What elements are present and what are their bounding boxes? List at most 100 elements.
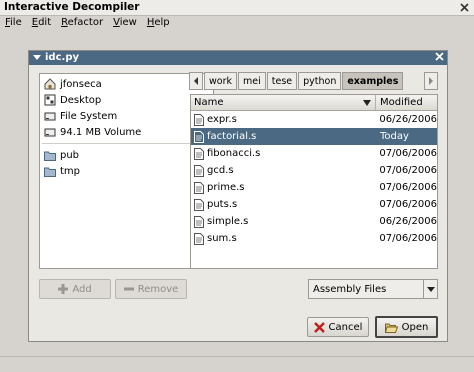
remove-bookmark-button[interactable]: Remove: [115, 279, 187, 299]
menu-bar: File Edit Refactor View Help: [0, 16, 474, 31]
volume-icon: [44, 128, 56, 137]
bookmark-label: tmp: [60, 165, 81, 177]
bookmark-pub[interactable]: pub: [40, 147, 213, 163]
file-name-cell: expr.s: [191, 113, 375, 126]
window-close-button[interactable]: [457, 1, 471, 14]
path-back-button[interactable]: [189, 72, 203, 90]
file-list: Name Modified expr.s 06/26/2006 factorial.…: [190, 94, 438, 269]
file-icon: [194, 164, 204, 177]
file-name: prime.s: [207, 182, 245, 193]
file-modified: 07/06/2006: [379, 182, 437, 193]
file-name-cell: fibonacci.s: [191, 147, 375, 160]
file-filter-value: Assembly Files: [313, 283, 387, 295]
place-label: Desktop: [60, 94, 102, 106]
file-row[interactable]: gcd.s 07/06/2006: [191, 162, 437, 179]
file-name: fibonacci.s: [207, 148, 261, 159]
file-modified: 06/26/2006: [379, 114, 437, 125]
places-separator: [42, 143, 211, 144]
file-name-cell: sum.s: [191, 232, 375, 245]
file-icon: [194, 147, 204, 160]
place-volume[interactable]: 94.1 MB Volume: [40, 124, 213, 140]
file-modified: 07/06/2006: [379, 165, 437, 176]
bookmark-tmp[interactable]: tmp: [40, 163, 213, 179]
place-desktop[interactable]: Desktop: [40, 92, 213, 108]
folder-open-icon: [384, 323, 398, 333]
file-name: factorial.s: [207, 131, 257, 142]
path-segment-tese[interactable]: tese: [266, 72, 298, 90]
dialog-close-button[interactable]: [435, 52, 444, 64]
column-modified-header[interactable]: Modified: [376, 95, 437, 110]
file-modified: 06/26/2006: [379, 216, 437, 227]
file-row[interactable]: fibonacci.s 07/06/2006: [191, 145, 437, 162]
file-icon: [194, 181, 204, 194]
file-name-cell: puts.s: [191, 198, 375, 211]
path-bar: work mei tese python examples: [189, 72, 439, 90]
file-row[interactable]: factorial.s Today: [191, 128, 437, 145]
filesystem-icon: [44, 112, 56, 121]
file-icon: [194, 232, 204, 245]
file-name: sum.s: [207, 233, 237, 244]
file-row[interactable]: expr.s 06/26/2006: [191, 111, 437, 128]
sort-down-icon: [363, 99, 371, 106]
place-filesystem[interactable]: File System: [40, 108, 213, 124]
file-name: simple.s: [207, 216, 249, 227]
plus-icon: [58, 284, 69, 294]
bookmark-label: pub: [60, 149, 80, 161]
column-name-header[interactable]: Name: [191, 95, 376, 110]
dropdown-arrow-icon: [423, 280, 437, 298]
place-label: File System: [60, 110, 118, 122]
place-label: 94.1 MB Volume: [60, 126, 142, 138]
status-bar: [0, 356, 474, 372]
dialog-title: idc.py: [45, 52, 79, 63]
desktop-icon: [44, 94, 56, 106]
cancel-x-icon: [313, 321, 325, 333]
close-icon: [435, 52, 444, 61]
path-segment-examples[interactable]: examples: [342, 72, 404, 90]
home-icon: [44, 78, 56, 90]
file-row[interactable]: simple.s 06/26/2006: [191, 213, 437, 230]
path-segment-mei[interactable]: mei: [238, 72, 266, 90]
chevron-right-icon: [429, 77, 434, 85]
menu-edit[interactable]: Edit: [27, 16, 56, 31]
places-panel: jfonseca Desktop File System 94.1 MB Vol…: [39, 73, 214, 269]
file-row[interactable]: prime.s 07/06/2006: [191, 179, 437, 196]
minus-icon: [123, 287, 134, 291]
dialog-title-bar: idc.py: [29, 51, 447, 65]
open-button[interactable]: Open: [375, 316, 438, 338]
file-list-header: Name Modified: [191, 95, 437, 111]
menu-refactor[interactable]: Refactor: [56, 16, 108, 31]
file-icon: [194, 113, 204, 126]
path-segment-python[interactable]: python: [298, 72, 342, 90]
add-bookmark-button[interactable]: Add: [39, 279, 111, 299]
file-filter-select[interactable]: Assembly Files: [308, 279, 438, 299]
file-name: expr.s: [207, 114, 237, 125]
file-modified: 07/06/2006: [379, 199, 437, 210]
folder-icon: [44, 151, 56, 161]
path-forward-button[interactable]: [424, 72, 439, 90]
title-bar: Interactive Decompiler: [0, 0, 474, 16]
dialog-menu-arrow-icon[interactable]: [33, 53, 41, 64]
file-icon: [194, 198, 204, 211]
cancel-button[interactable]: Cancel: [307, 317, 369, 337]
place-home[interactable]: jfonseca: [40, 76, 213, 92]
path-segment-work[interactable]: work: [204, 72, 237, 90]
menu-help[interactable]: Help: [142, 16, 175, 31]
file-icon: [194, 130, 204, 143]
menu-file[interactable]: File: [0, 16, 27, 31]
file-rows: expr.s 06/26/2006 factorial.s Today fibonacc…: [191, 111, 437, 247]
file-modified: Today: [380, 131, 409, 142]
file-name: puts.s: [207, 199, 238, 210]
close-icon: [459, 3, 469, 12]
file-name-cell: gcd.s: [191, 164, 375, 177]
file-chooser-dialog: idc.py jfonseca Desktop File System 94.1…: [28, 50, 448, 342]
menu-view[interactable]: View: [108, 16, 142, 31]
file-row[interactable]: sum.s 07/06/2006: [191, 230, 437, 247]
file-name-cell: simple.s: [191, 215, 375, 228]
file-name: gcd.s: [207, 165, 234, 176]
window-title: Interactive Decompiler: [4, 1, 140, 13]
folder-icon: [44, 167, 56, 177]
place-label: jfonseca: [60, 78, 102, 90]
file-modified: 07/06/2006: [379, 148, 437, 159]
chevron-left-icon: [194, 77, 198, 85]
file-row[interactable]: puts.s 07/06/2006: [191, 196, 437, 213]
